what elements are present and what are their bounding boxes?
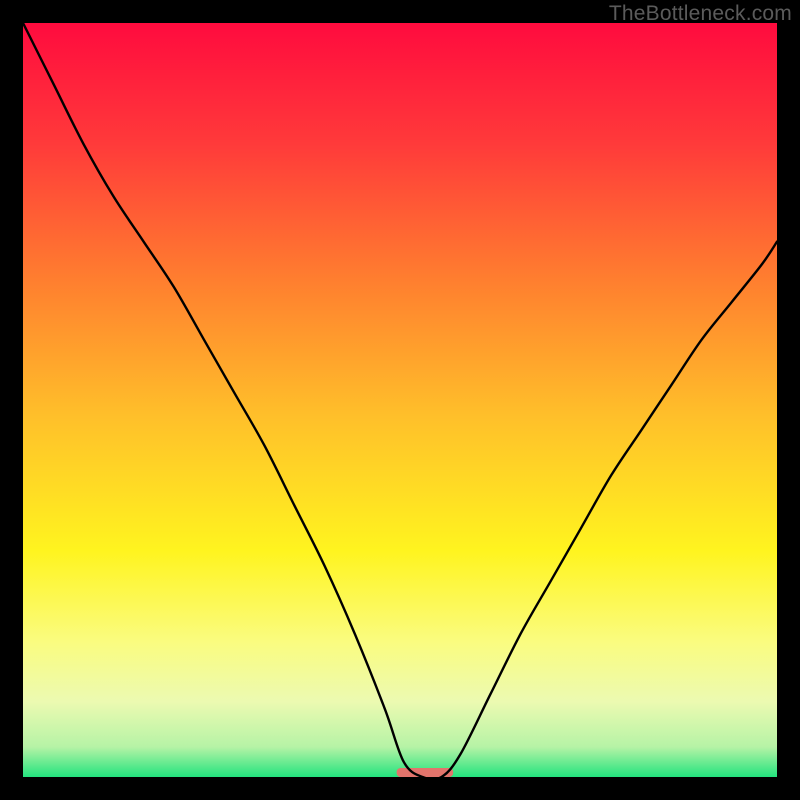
plot-background (23, 23, 777, 777)
bottleneck-chart (23, 23, 777, 777)
chart-frame: TheBottleneck.com (0, 0, 800, 800)
